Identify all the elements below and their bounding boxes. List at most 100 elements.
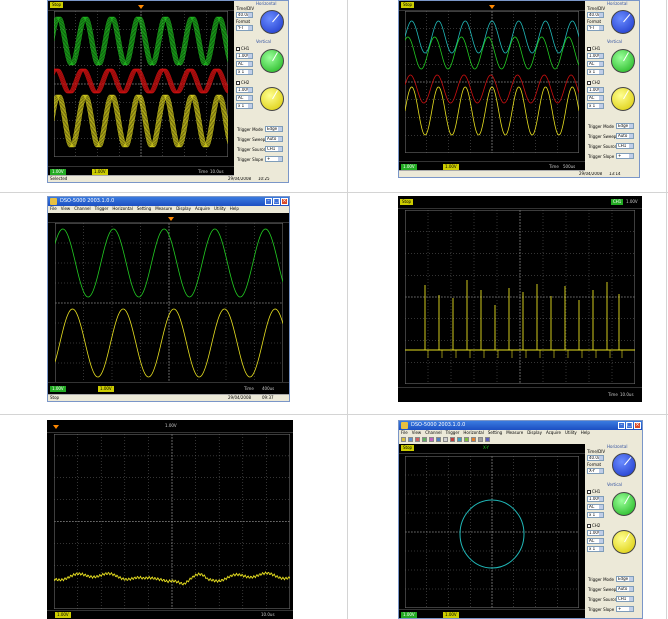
toolbar-icon-11[interactable] — [471, 437, 476, 442]
trigger-position-icon[interactable] — [53, 425, 59, 429]
trigger-sweep-select[interactable]: Auto — [616, 133, 634, 139]
format-select[interactable]: X-Y — [587, 468, 604, 474]
toolbar-icon-10[interactable] — [464, 437, 469, 442]
menu-item-horizontal[interactable]: Horizontal — [112, 206, 132, 211]
menu-item-trigger[interactable]: Trigger — [446, 430, 460, 435]
trigger-position-icon[interactable] — [168, 217, 174, 221]
waveform-plot[interactable] — [405, 11, 579, 153]
trigger-slope-select[interactable]: + — [265, 156, 283, 162]
ch1-probe-select[interactable]: x 1 — [587, 512, 604, 518]
minimize-button[interactable]: – — [618, 422, 625, 429]
menu-item-display[interactable]: Display — [527, 430, 542, 435]
menu-item-horizontal[interactable]: Horizontal — [463, 430, 483, 435]
ch1-volt-select[interactable]: 1.00V — [587, 53, 604, 59]
ch2-coupling-select[interactable]: AC — [587, 538, 604, 544]
ch2-volt-select[interactable]: 1.00V — [587, 530, 604, 536]
toolbar-icon-5[interactable] — [429, 437, 434, 442]
time-div-select[interactable]: 40.0us — [236, 12, 253, 18]
ch1-coupling-select[interactable]: AC — [236, 61, 253, 67]
ch2-probe-select[interactable]: x 1 — [587, 546, 604, 552]
close-button[interactable]: × — [281, 198, 288, 205]
waveform-plot[interactable] — [54, 434, 290, 609]
menu-item-help[interactable]: Help — [230, 206, 239, 211]
toolbar-icon-2[interactable] — [408, 437, 413, 442]
ch1-probe-select[interactable]: x 1 — [587, 69, 604, 75]
trigger-slope-select[interactable]: + — [616, 153, 634, 159]
toolbar-icon-9[interactable] — [457, 437, 462, 442]
ch2-checkbox[interactable] — [236, 81, 240, 85]
ch2-checkbox[interactable] — [587, 524, 591, 528]
menu-item-trigger[interactable]: Trigger — [95, 206, 109, 211]
toolbar-icon-4[interactable] — [422, 437, 427, 442]
menu-item-file[interactable]: File — [401, 430, 408, 435]
ch2-probe-select[interactable]: x 1 — [236, 103, 253, 109]
trigger-source-select[interactable]: CH1 — [265, 146, 283, 152]
menu-item-channel[interactable]: Channel — [425, 430, 441, 435]
menu-item-display[interactable]: Display — [176, 206, 191, 211]
trigger-mode-select[interactable]: Edge — [616, 576, 634, 582]
format-select[interactable]: Y-T — [587, 25, 604, 31]
maximize-button[interactable]: □ — [626, 422, 633, 429]
menu-item-utility[interactable]: Utility — [565, 430, 577, 435]
menu-item-utility[interactable]: Utility — [214, 206, 226, 211]
trigger-mode-select[interactable]: Edge — [616, 123, 634, 129]
waveform-plot[interactable] — [405, 456, 579, 608]
trigger-sweep-select[interactable]: Auto — [616, 586, 634, 592]
trigger-position-icon[interactable] — [489, 5, 495, 9]
ch2-coupling-select[interactable]: AC — [587, 95, 604, 101]
toolbar-icon-8[interactable] — [450, 437, 455, 442]
trigger-mode-select[interactable]: Edge — [265, 126, 283, 132]
waveform-plot[interactable] — [405, 210, 635, 384]
menu-item-setting[interactable]: Setting — [488, 430, 502, 435]
minimize-button[interactable]: – — [265, 198, 272, 205]
waveform-plot[interactable] — [54, 11, 228, 157]
time-div-select[interactable]: 40.0us — [587, 12, 604, 18]
menu-item-file[interactable]: File — [50, 206, 57, 211]
time-div-select[interactable]: 40.0us — [587, 455, 604, 461]
horizontal-knob[interactable] — [260, 10, 284, 34]
ch1-checkbox[interactable] — [587, 490, 591, 494]
ch2-volt-select[interactable]: 1.00V — [236, 87, 253, 93]
toolbar-icon-12[interactable] — [478, 437, 483, 442]
ch1-volt-knob[interactable] — [260, 49, 284, 73]
ch1-volt-knob[interactable] — [612, 492, 636, 516]
menu-item-acquire[interactable]: Acquire — [546, 430, 561, 435]
menu-item-view[interactable]: View — [412, 430, 422, 435]
toolbar-icon-3[interactable] — [415, 437, 420, 442]
trigger-source-select[interactable]: CH1 — [616, 143, 634, 149]
ch2-coupling-select[interactable]: AC — [236, 95, 253, 101]
trigger-sweep-select[interactable]: Auto — [265, 136, 283, 142]
toolbar-icon-13[interactable] — [485, 437, 490, 442]
maximize-button[interactable]: □ — [273, 198, 280, 205]
ch2-volt-knob[interactable] — [612, 530, 636, 554]
ch1-probe-select[interactable]: x 1 — [236, 69, 253, 75]
menu-item-measure[interactable]: Measure — [155, 206, 172, 211]
toolbar-icon-6[interactable] — [436, 437, 441, 442]
ch1-coupling-select[interactable]: AC — [587, 504, 604, 510]
menu-item-acquire[interactable]: Acquire — [195, 206, 210, 211]
toolbar-icon-1[interactable] — [401, 437, 406, 442]
ch1-volt-select[interactable]: 1.00V — [587, 496, 604, 502]
ch1-volt-knob[interactable] — [611, 49, 635, 73]
horizontal-knob[interactable] — [611, 10, 635, 34]
ch1-checkbox[interactable] — [587, 47, 591, 51]
horizontal-knob[interactable] — [612, 453, 636, 477]
menu-item-view[interactable]: View — [61, 206, 71, 211]
ch1-coupling-select[interactable]: AC — [587, 61, 604, 67]
ch2-volt-select[interactable]: 1.00V — [587, 87, 604, 93]
ch2-volt-knob[interactable] — [260, 87, 284, 111]
format-select[interactable]: Y-T — [236, 25, 253, 31]
menu-item-setting[interactable]: Setting — [137, 206, 151, 211]
ch1-volt-select[interactable]: 1.00V — [236, 53, 253, 59]
trigger-position-icon[interactable] — [138, 5, 144, 9]
trigger-slope-select[interactable]: + — [616, 606, 634, 612]
menu-item-help[interactable]: Help — [581, 430, 590, 435]
ch2-volt-knob[interactable] — [611, 87, 635, 111]
ch2-probe-select[interactable]: x 1 — [587, 103, 604, 109]
close-button[interactable]: × — [634, 422, 641, 429]
toolbar-icon-7[interactable] — [443, 437, 448, 442]
ch2-checkbox[interactable] — [587, 81, 591, 85]
menu-item-channel[interactable]: Channel — [74, 206, 90, 211]
trigger-source-select[interactable]: CH1 — [616, 596, 634, 602]
waveform-plot[interactable] — [55, 223, 283, 383]
